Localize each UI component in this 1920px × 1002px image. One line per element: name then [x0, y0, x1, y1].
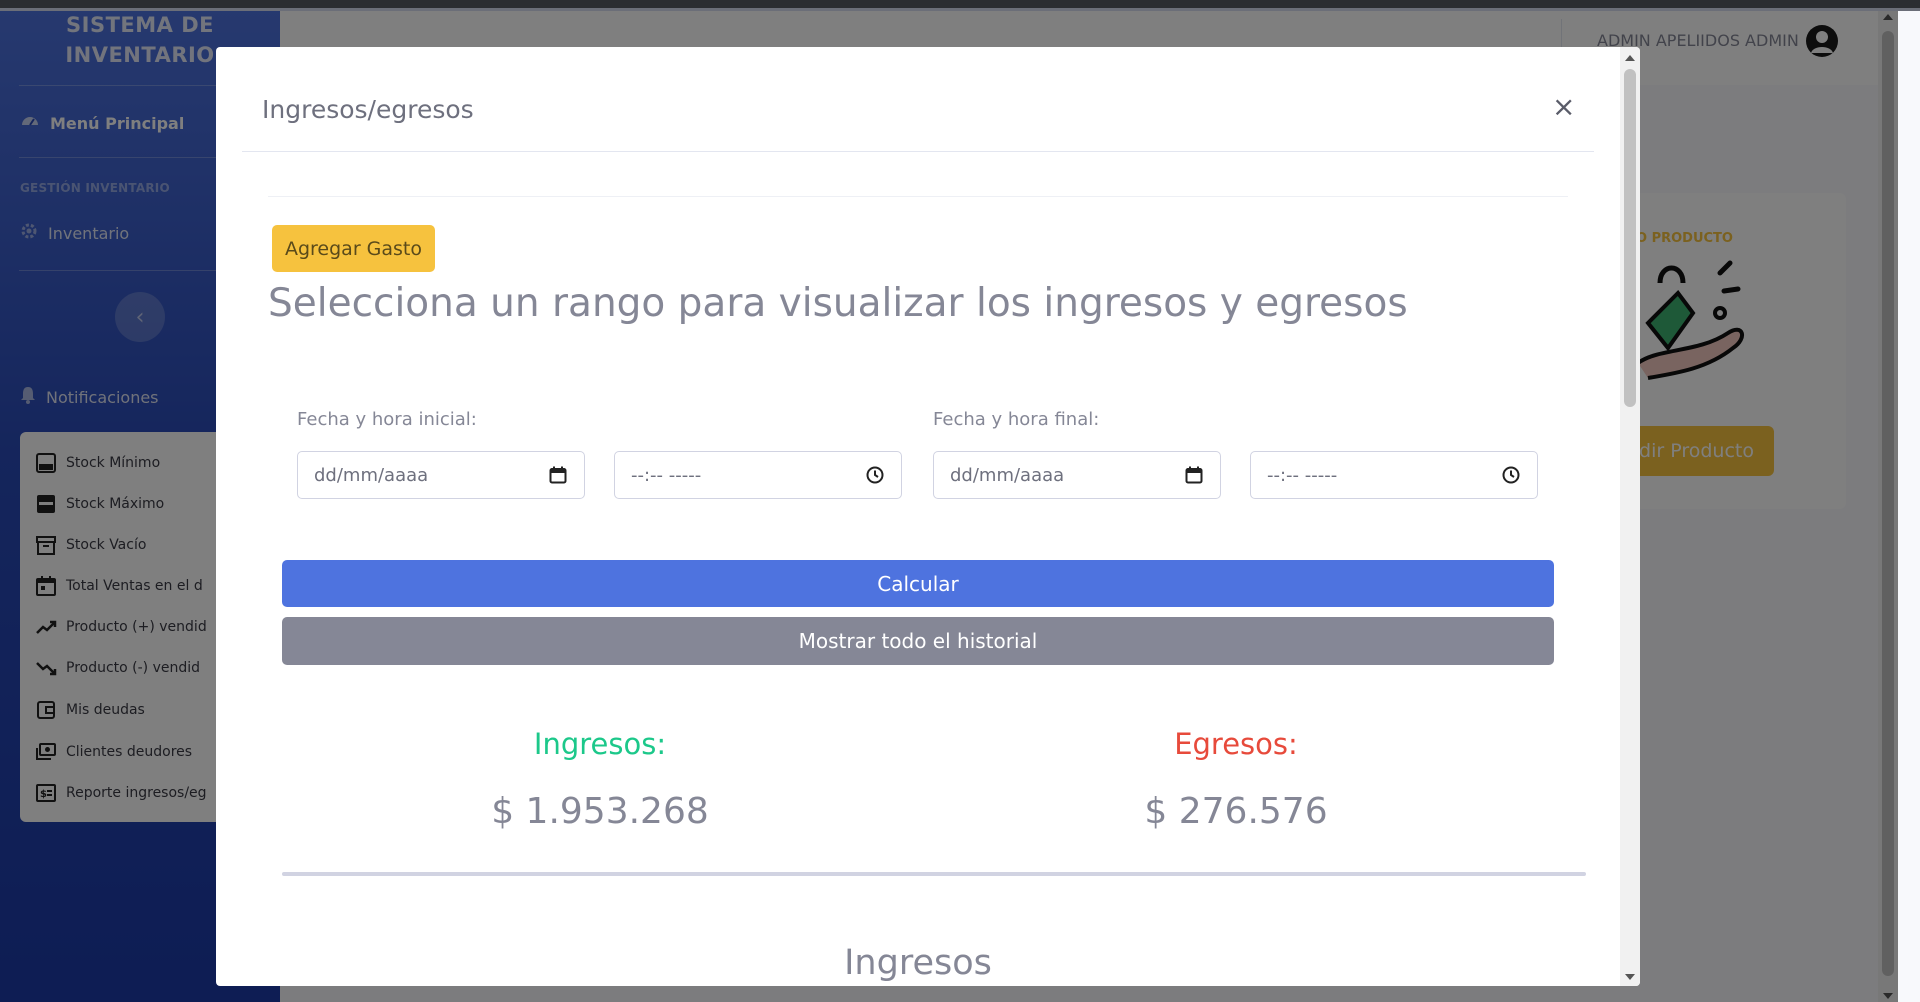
- time-placeholder: --:-- -----: [1267, 464, 1338, 486]
- expense-label: Egresos:: [1174, 727, 1298, 761]
- start-time-input[interactable]: --:-- -----: [614, 451, 902, 499]
- end-date-input[interactable]: dd/mm/aaaa: [933, 451, 1221, 499]
- calculate-button[interactable]: Calcular: [282, 560, 1554, 607]
- income-section-title: Ingresos: [844, 943, 992, 983]
- start-date-input[interactable]: dd/mm/aaaa: [297, 451, 585, 499]
- expense-value: $ 276.576: [1144, 791, 1328, 832]
- date-placeholder: dd/mm/aaaa: [950, 464, 1065, 486]
- modal-title: Ingresos/egresos: [262, 95, 474, 124]
- modal-header-divider: [242, 151, 1594, 152]
- modal-scrollbar-thumb[interactable]: [1624, 69, 1636, 407]
- time-placeholder: --:-- -----: [631, 464, 702, 486]
- add-expense-button[interactable]: Agregar Gasto: [272, 225, 435, 272]
- end-time-input[interactable]: --:-- -----: [1250, 451, 1538, 499]
- income-value: $ 1.953.268: [491, 791, 709, 832]
- close-icon[interactable]: ×: [1552, 93, 1575, 121]
- show-history-button[interactable]: Mostrar todo el historial: [282, 617, 1554, 665]
- end-datetime-label: Fecha y hora final:: [933, 409, 1100, 430]
- scroll-up-arrow-icon[interactable]: [1625, 55, 1635, 61]
- calendar-icon[interactable]: [1184, 465, 1204, 485]
- start-datetime-label: Fecha y hora inicial:: [297, 409, 477, 430]
- summary-divider: [282, 872, 1586, 876]
- modal-body-divider: [268, 196, 1568, 197]
- modal-scrollbar[interactable]: [1620, 47, 1640, 986]
- range-heading: Selecciona un rango para visualizar los …: [268, 281, 1408, 326]
- scroll-down-arrow-icon[interactable]: [1625, 974, 1635, 980]
- income-label: Ingresos:: [533, 727, 667, 761]
- date-placeholder: dd/mm/aaaa: [314, 464, 429, 486]
- income-expense-modal: Ingresos/egresos × Agregar Gasto Selecci…: [216, 47, 1640, 986]
- clock-icon[interactable]: [865, 465, 885, 485]
- clock-icon[interactable]: [1501, 465, 1521, 485]
- browser-top-strip: [0, 0, 1920, 11]
- calendar-icon[interactable]: [548, 465, 568, 485]
